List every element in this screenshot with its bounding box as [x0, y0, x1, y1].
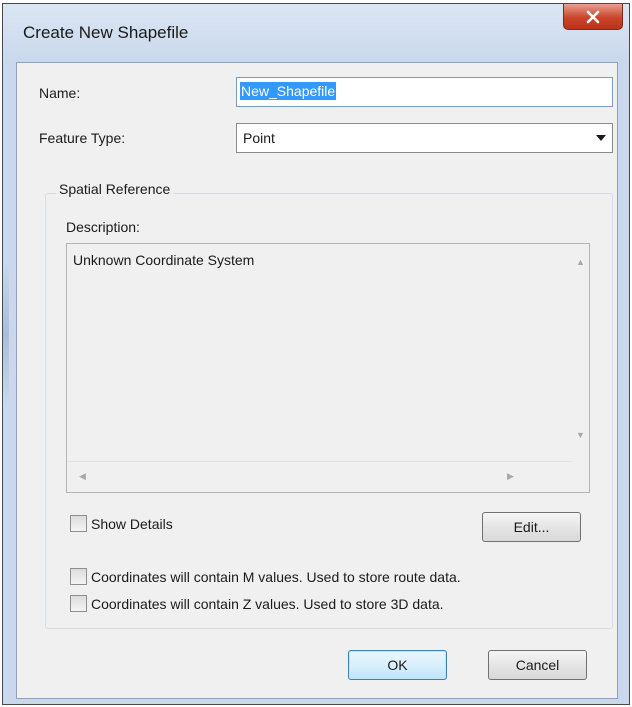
feature-type-label: Feature Type:: [39, 130, 126, 146]
spatial-reference-title: Spatial Reference: [56, 181, 174, 197]
chevron-down-icon[interactable]: [596, 135, 606, 141]
close-icon: [586, 10, 600, 24]
name-field[interactable]: New_Shapefile: [236, 77, 613, 107]
dialog-body: Name: New_Shapefile Feature Type: Point …: [16, 62, 618, 699]
window-title: Create New Shapefile: [23, 23, 189, 42]
scroll-right-icon[interactable]: ▶: [507, 472, 514, 481]
scroll-down-icon[interactable]: ▼: [576, 431, 585, 440]
z-values-checkbox[interactable]: [70, 595, 87, 612]
m-values-checkbox[interactable]: [70, 568, 87, 585]
close-button[interactable]: [563, 4, 623, 30]
m-values-label: Coordinates will contain M values. Used …: [91, 568, 461, 585]
show-details-label: Show Details: [91, 515, 173, 532]
name-field-value: New_Shapefile: [240, 82, 337, 100]
feature-type-value: Point: [243, 130, 275, 146]
description-label: Description:: [66, 219, 140, 235]
scroll-up-icon[interactable]: ▲: [576, 258, 585, 267]
show-details-checkbox[interactable]: [70, 515, 87, 532]
description-text: Unknown Coordinate System: [73, 252, 255, 268]
z-values-label: Coordinates will contain Z values. Used …: [91, 595, 444, 612]
m-values-checkbox-row[interactable]: Coordinates will contain M values. Used …: [70, 568, 461, 585]
window-frame-accent: [3, 264, 9, 404]
create-new-shapefile-dialog: Create New Shapefile Name: New_Shapefile…: [2, 3, 630, 705]
description-box[interactable]: Unknown Coordinate System ▲ ▼ ◀ ▶: [66, 243, 590, 493]
name-label: Name:: [39, 85, 81, 101]
cancel-button[interactable]: Cancel: [488, 650, 587, 680]
z-values-checkbox-row[interactable]: Coordinates will contain Z values. Used …: [70, 595, 444, 612]
ok-button[interactable]: OK: [348, 650, 447, 680]
feature-type-dropdown[interactable]: Point: [236, 123, 613, 153]
vertical-scrollbar[interactable]: ▲ ▼: [572, 244, 589, 462]
show-details-checkbox-row[interactable]: Show Details: [70, 515, 173, 532]
title-bar[interactable]: Create New Shapefile: [3, 4, 629, 62]
scroll-left-icon[interactable]: ◀: [79, 472, 86, 481]
horizontal-scrollbar[interactable]: ◀ ▶: [67, 461, 572, 492]
edit-button[interactable]: Edit...: [482, 512, 581, 542]
